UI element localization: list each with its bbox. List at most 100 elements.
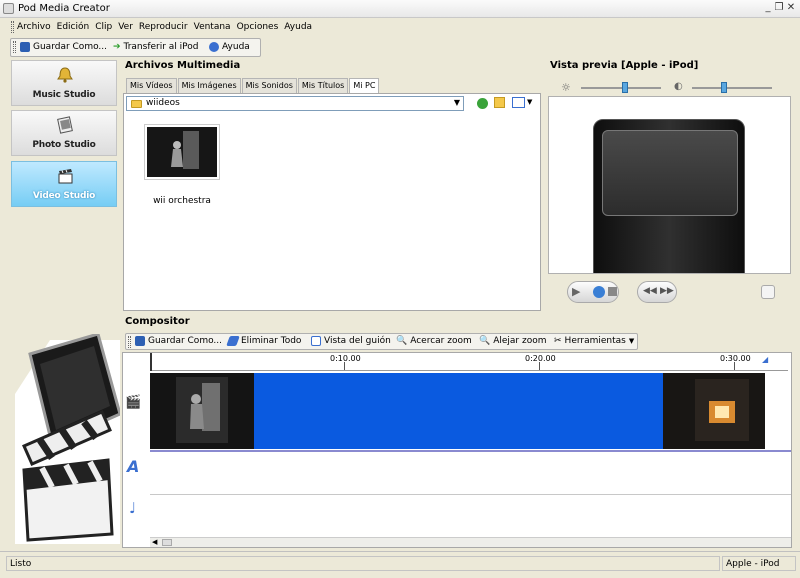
tab-mis-sonidos[interactable]: Mis Sonidos: [241, 78, 297, 93]
video-studio-button[interactable]: Video Studio: [11, 161, 117, 207]
menu-ver[interactable]: Ver: [115, 19, 136, 32]
floppy-icon: [135, 336, 145, 346]
menu-ventana[interactable]: Ventana: [191, 19, 234, 32]
clip-thumbnail-start[interactable]: [150, 373, 254, 449]
menu-clip[interactable]: Clip: [92, 19, 115, 32]
contrast-knob[interactable]: [721, 82, 727, 93]
compositor-header: Compositor: [125, 316, 190, 327]
grip-icon: [13, 41, 16, 53]
chevron-down-icon: ▼: [628, 337, 635, 345]
media-file-thumb[interactable]: [144, 124, 220, 180]
media-tabs: Mis Vídeos Mis Imágenes Mis Sonidos Mis …: [126, 78, 380, 94]
ruler-tick: [539, 362, 540, 370]
studio-panel: Music Studio Photo Studio Video Studio: [9, 60, 119, 328]
status-bar: Listo Apple - iPod: [0, 551, 800, 578]
save-as-button[interactable]: Guardar Como...: [20, 42, 107, 52]
scroll-thumb[interactable]: [162, 539, 172, 546]
ipod-device: [593, 119, 745, 273]
zoom-out-icon: 🔍: [479, 336, 491, 346]
chevron-down-icon: ▼: [453, 98, 460, 107]
audio-track-icon: ♩: [129, 499, 137, 517]
clapper-icon: [58, 169, 73, 184]
media-panel: Archivos Multimedia Mis Vídeos Mis Imáge…: [122, 60, 543, 312]
ruler-label: 0:10.00: [330, 354, 361, 363]
view-options-icon[interactable]: [512, 97, 525, 108]
clip-end-image: [663, 373, 765, 449]
tools-button[interactable]: ✂ Herramientas ▼: [554, 336, 634, 346]
menu-archivo[interactable]: Archivo: [14, 19, 54, 32]
arrow-right-icon: ➔: [113, 42, 121, 52]
ipod-screen: [602, 130, 738, 216]
zoom-in-icon: 🔍: [396, 336, 408, 346]
help-button[interactable]: Ayuda: [209, 42, 250, 52]
end-marker-icon[interactable]: ◢: [762, 355, 768, 364]
brightness-knob[interactable]: [622, 82, 628, 93]
preview-header: Vista previa [Apple - iPod]: [550, 60, 699, 71]
fullscreen-icon[interactable]: [761, 285, 775, 299]
tab-mis-videos[interactable]: Mis Vídeos: [126, 78, 177, 93]
clip-thumbnail-end[interactable]: [663, 373, 765, 449]
zoom-in-button[interactable]: 🔍 Acercar zoom: [396, 336, 472, 346]
comp-save-as-button[interactable]: Guardar Como...: [135, 336, 222, 346]
window-title: Pod Media Creator: [18, 3, 110, 14]
storyboard-icon: [311, 336, 321, 346]
ruler-label: 0:30.00: [720, 354, 751, 363]
app-icon: [3, 3, 14, 14]
forward-icon[interactable]: ▶▶: [660, 286, 674, 296]
main-toolbar: Guardar Como... ➔ Transferir al iPod Ayud…: [10, 38, 261, 57]
device-status: Apple - iPod: [722, 556, 796, 571]
script-view-button[interactable]: Vista del guión: [311, 336, 391, 346]
timeline-ruler[interactable]: 0:10.00 0:20.00 0:30.00 ◢: [150, 353, 788, 371]
zoom-out-button[interactable]: 🔍 Alejar zoom: [479, 336, 547, 346]
pause-icon[interactable]: [593, 286, 605, 298]
playhead[interactable]: [150, 353, 152, 371]
ruler-label: 0:20.00: [525, 354, 556, 363]
photo-icon: [57, 116, 73, 134]
bell-icon: [57, 67, 73, 83]
menu-edicion[interactable]: Edición: [54, 19, 93, 32]
delete-all-button[interactable]: Eliminar Todo: [226, 336, 301, 346]
menu-reproducir[interactable]: Reproducir: [136, 19, 191, 32]
contrast-slider[interactable]: [692, 87, 772, 89]
music-studio-button[interactable]: Music Studio: [11, 60, 117, 106]
status-text: Listo: [6, 556, 720, 571]
tab-mis-titulos[interactable]: Mis Títulos: [297, 78, 349, 93]
ipod-preview: [548, 96, 791, 274]
menu-ayuda[interactable]: Ayuda: [281, 19, 315, 32]
floppy-icon: [20, 42, 30, 52]
title-bar: Pod Media Creator _ ❐ ✕: [0, 0, 800, 18]
media-browser: wiideos ▼ ▼ wii orchestra: [123, 93, 541, 311]
play-icon[interactable]: ▶: [572, 285, 580, 298]
scroll-left-icon[interactable]: ◀: [152, 538, 157, 546]
folder-icon: [131, 100, 142, 108]
help-icon: [209, 42, 219, 52]
tab-mi-pc[interactable]: Mi PC: [349, 78, 380, 94]
path-dropdown[interactable]: wiideos ▼: [126, 96, 464, 111]
grip-icon: [128, 336, 131, 348]
preview-panel: Vista previa [Apple - iPod] ☼ ◐ ▶ ◀◀ ▶▶: [547, 60, 792, 312]
transfer-ipod-button[interactable]: ➔ Transferir al iPod: [113, 42, 199, 52]
chevron-down-icon[interactable]: ▼: [527, 98, 532, 106]
ruler-tick: [734, 362, 735, 370]
menu-opciones[interactable]: Opciones: [234, 19, 282, 32]
timeline-scrollbar[interactable]: ◀: [150, 537, 791, 547]
title-track[interactable]: [150, 453, 791, 495]
playback-controls: ▶: [567, 281, 619, 303]
photo-studio-button[interactable]: Photo Studio: [11, 110, 117, 156]
media-file-name[interactable]: wii orchestra: [142, 196, 222, 206]
compositor-toolbar: Guardar Como... Eliminar Todo Vista del …: [125, 333, 638, 350]
brightness-icon: ☼: [561, 81, 571, 94]
rewind-icon[interactable]: ◀◀: [643, 286, 657, 296]
stop-icon[interactable]: [608, 287, 617, 296]
audio-track[interactable]: [150, 495, 791, 539]
back-icon[interactable]: [477, 98, 488, 109]
close-icon[interactable]: ✕: [784, 2, 798, 15]
clapper-art-icon: [15, 332, 122, 544]
clip-start-image: [150, 373, 254, 449]
compositor-panel: Compositor Guardar Como... Eliminar Todo…: [122, 316, 792, 548]
menu-bar: Archivo Edición Clip Ver Reproducir Ventana Op…: [0, 19, 800, 36]
tab-mis-imagenes[interactable]: Mis Imágenes: [177, 78, 241, 93]
brightness-slider[interactable]: [581, 87, 661, 89]
video-track[interactable]: [150, 371, 791, 452]
folder-up-icon[interactable]: [494, 97, 505, 108]
